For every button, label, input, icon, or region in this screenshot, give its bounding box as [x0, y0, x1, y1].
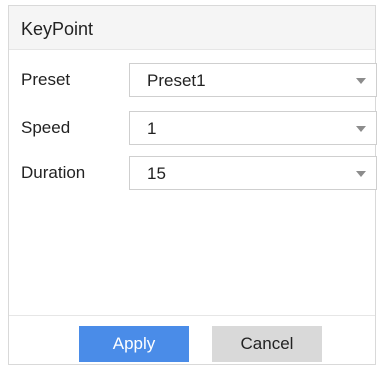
dialog-titlebar: KeyPoint — [9, 6, 375, 50]
duration-select[interactable]: 15 — [129, 156, 377, 190]
speed-value: 1 — [147, 119, 157, 138]
apply-button[interactable]: Apply — [79, 326, 189, 362]
speed-row: Speed 1 — [9, 111, 377, 145]
speed-select[interactable]: 1 — [129, 111, 377, 145]
speed-label: Speed — [21, 118, 71, 137]
chevron-down-icon — [356, 126, 366, 132]
cancel-button[interactable]: Cancel — [212, 326, 322, 362]
preset-select[interactable]: Preset1 — [129, 63, 377, 97]
keypoint-dialog: KeyPoint Preset Preset1 Speed 1 Duration… — [8, 5, 377, 365]
footer-divider — [9, 315, 375, 316]
chevron-down-icon — [356, 171, 366, 177]
preset-label: Preset — [21, 70, 71, 89]
chevron-down-icon — [356, 78, 366, 84]
duration-label: Duration — [21, 163, 86, 182]
preset-value: Preset1 — [147, 71, 206, 90]
duration-value: 15 — [147, 164, 166, 183]
duration-row: Duration 15 — [9, 156, 377, 190]
dialog-title: KeyPoint — [21, 19, 94, 39]
preset-row: Preset Preset1 — [9, 63, 377, 97]
